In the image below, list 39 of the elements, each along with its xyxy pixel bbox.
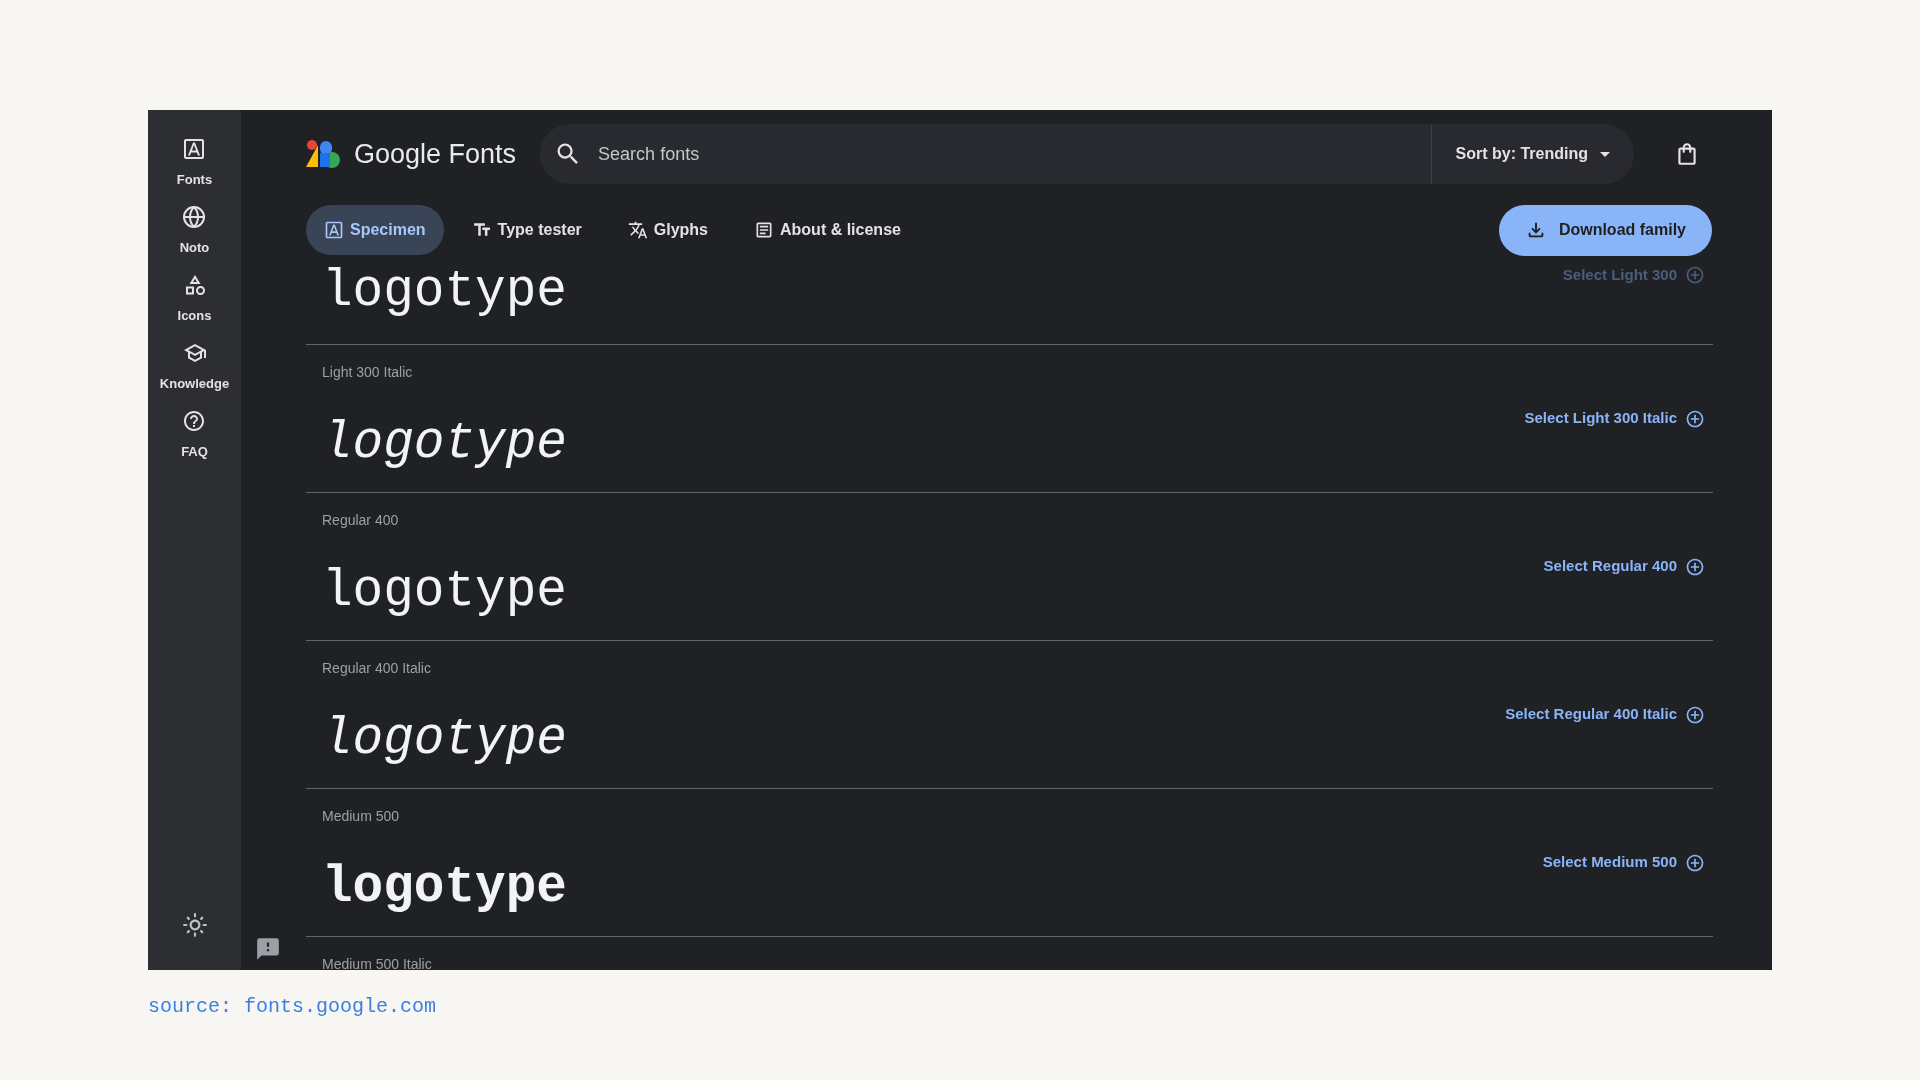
style-name: Medium 500 Italic [322,955,432,970]
logo-icon [306,139,342,169]
sidebar-item[interactable]: Noto [179,205,210,273]
style-name: Medium 500 [322,807,401,826]
graduation-cap-icon [182,341,207,365]
tab[interactable]: Specimen [306,205,444,255]
feedback-icon[interactable] [255,936,281,962]
font-sample: logotype [322,418,567,469]
font-icon [182,137,207,161]
select-style-link[interactable]: Select Regular 400 Italic [1505,703,1705,726]
tab[interactable]: Type tester [453,205,600,255]
font-sample: logotype [322,266,567,317]
help-icon [182,409,207,433]
logo-text: Google Fonts [354,137,517,171]
download-family-button[interactable]: Download family [1498,204,1712,256]
sidebar-item[interactable]: FAQ [181,409,208,477]
select-style-link[interactable]: Select Light 300 Italic [1524,407,1705,430]
source-caption: source: fonts.google.com [148,994,438,1020]
glyphs-icon [627,220,648,240]
select-style-link[interactable]: Select Medium 500 [1542,851,1705,874]
font-sample: logotype [322,714,567,765]
select-style-link[interactable]: Select Regular 400 [1543,555,1705,578]
theme-toggle-icon[interactable] [181,912,208,938]
font-sample: logotype [322,566,567,617]
document-icon [754,220,774,240]
font-icon [324,220,344,240]
style-name: Regular 400 Italic [322,659,432,678]
tab[interactable]: Glyphs [609,205,726,255]
tab[interactable]: About & license [736,205,919,255]
caret-icon [1600,151,1610,157]
sidebar-item[interactable]: Fonts [176,137,213,205]
sidebar-item[interactable]: Icons [177,273,212,341]
font-sample: logotype [322,862,567,913]
search-field[interactable]: Search fonts Sort by: Trending [540,124,1634,184]
sort-dropdown[interactable]: Sort by: Trending [1431,142,1634,166]
sidebar-item[interactable]: Knowledge [159,341,230,409]
globe-icon [182,205,207,229]
style-name: Regular 400 [322,511,400,530]
style-name: Light 300 Italic [322,363,414,382]
